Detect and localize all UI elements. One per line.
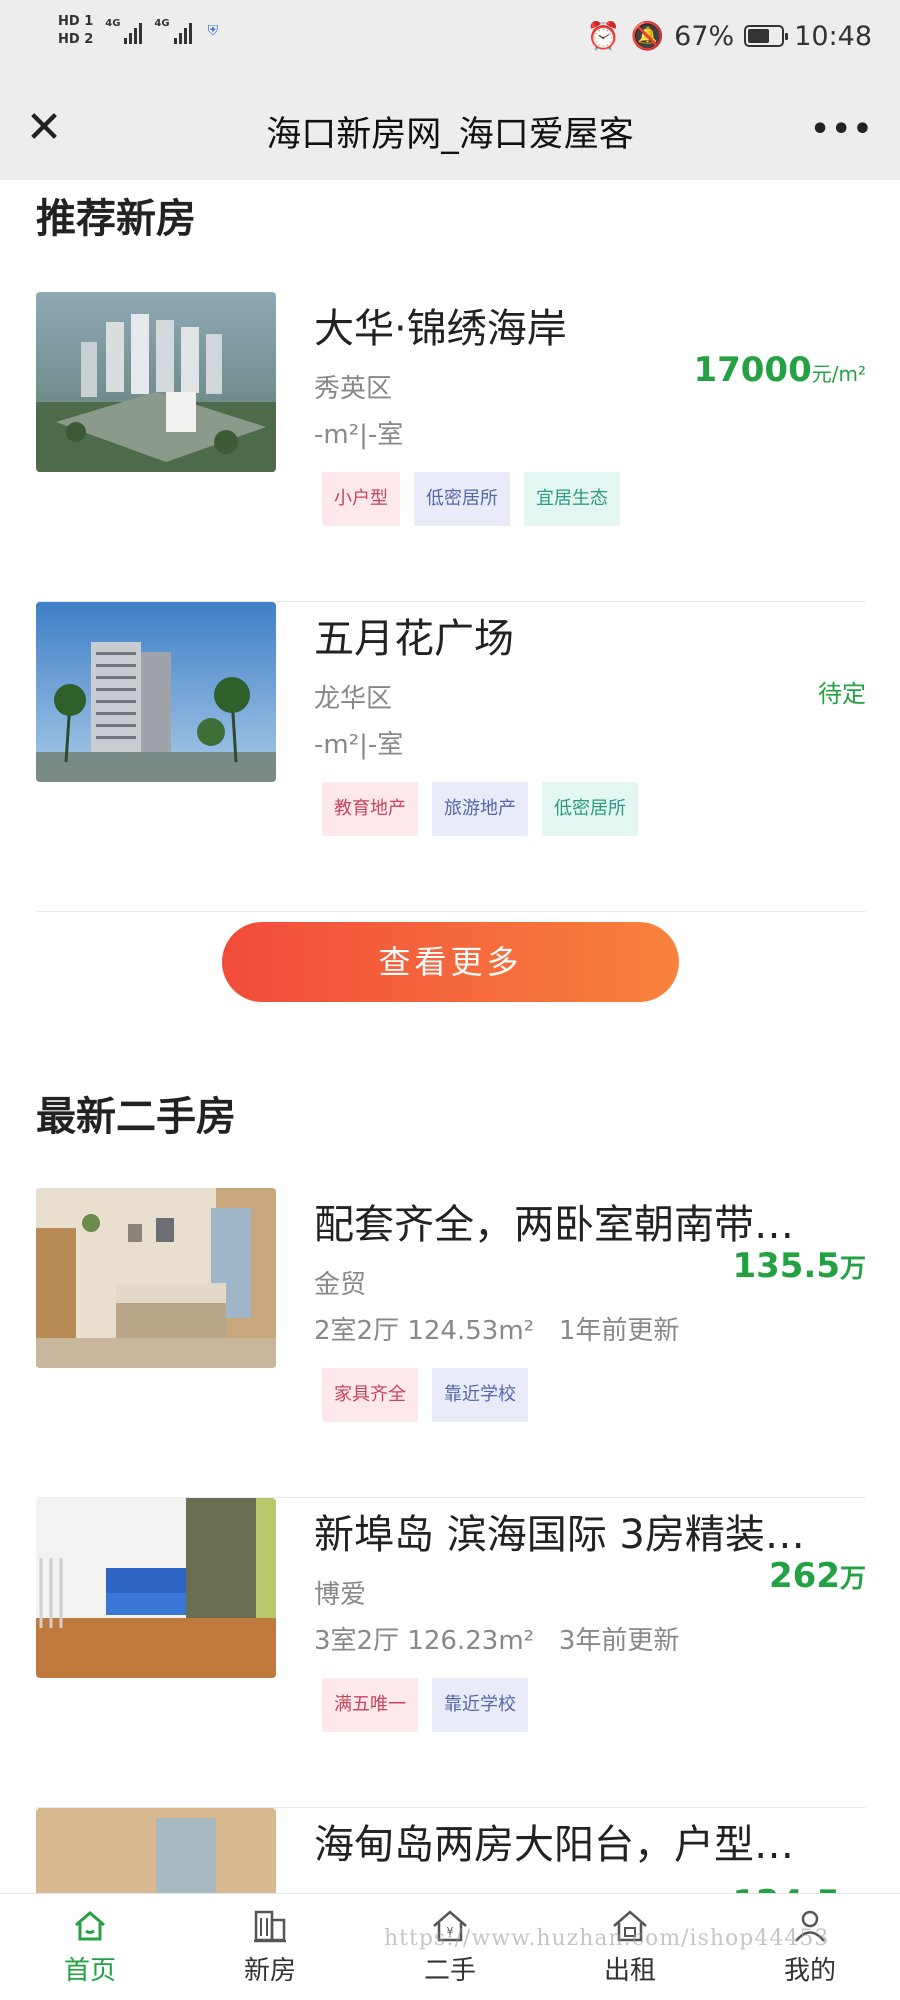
second-hand-card[interactable]: 海甸岛两房大阳台，户型… 124.5万 <box>36 1808 866 1893</box>
property-photo <box>36 602 276 782</box>
property-photo <box>36 1808 276 1893</box>
property-spec: -m²|-室 <box>314 730 404 760</box>
price-unit: 万 <box>839 1564 866 1594</box>
sim-indicators: HD 1 HD 2 <box>58 14 93 48</box>
tag: 低密居所 <box>542 782 638 836</box>
view-more-button[interactable]: 查看更多 <box>222 922 679 1002</box>
tag: 靠近学校 <box>432 1368 528 1422</box>
tag: 旅游地产 <box>432 782 528 836</box>
tag: 教育地产 <box>322 782 418 836</box>
second-hand-card[interactable]: 配套齐全，两卧室朝南带… 金贸 2室2厅 124.53m² 1年前更新 135.… <box>36 1188 866 1498</box>
tag: 满五唯一 <box>322 1678 418 1732</box>
listing-title: 海甸岛两房大阳台，户型… <box>314 1822 794 1868</box>
listing-price: 262万 <box>769 1556 866 1596</box>
listing-title: 配套齐全，两卧室朝南带… <box>314 1202 794 1248</box>
tag: 靠近学校 <box>432 1678 528 1732</box>
tab-label: 二手 <box>423 1956 476 1986</box>
status-bar: HD 1 HD 2 4G 4G ⛨ ⏰ 🔕 67% 10:48 <box>0 0 900 78</box>
tab-label: 首页 <box>63 1956 116 1986</box>
listing-title: 新埠岛 滨海国际 3房精装… <box>314 1512 805 1558</box>
listing-area: 博爱 <box>314 1580 367 1610</box>
listing-price: 124.5万 <box>732 1883 866 1893</box>
listing-updated: 1年前更新 <box>558 1316 680 1346</box>
sim2-label: HD 2 <box>58 32 94 47</box>
shield-icon: ⛨ <box>207 23 219 39</box>
section-title-new-homes: 推荐新房 <box>36 196 196 242</box>
listing-tags: 家具齐全 靠近学校 <box>322 1368 528 1422</box>
tag: 宜居生态 <box>524 472 620 526</box>
new-home-card[interactable]: 五月花广场 龙华区 -m²|-室 待定 教育地产 旅游地产 低密居所 <box>36 602 866 912</box>
price-unit: 元/m² <box>811 362 866 386</box>
mute-icon: 🔕 <box>630 21 665 52</box>
listing-price: 135.5万 <box>732 1246 866 1286</box>
more-icon[interactable]: ••• <box>810 112 874 147</box>
property-spec: -m²|-室 <box>314 420 404 450</box>
tab-label: 我的 <box>783 1956 836 1986</box>
tag: 低密居所 <box>414 472 510 526</box>
second-hand-card[interactable]: 新埠岛 滨海国际 3房精装… 博爱 3室2厅 126.23m² 3年前更新 26… <box>36 1498 866 1808</box>
price-value: 124.5 <box>732 1883 840 1893</box>
tab-label: 出租 <box>603 1956 656 1986</box>
property-district: 秀英区 <box>314 374 393 404</box>
battery-icon <box>744 25 789 47</box>
listing-updated: 3年前更新 <box>558 1626 680 1656</box>
property-tags: 小户型 低密居所 宜居生态 <box>322 472 620 526</box>
property-photo <box>36 292 276 472</box>
price-unit: 万 <box>839 1254 866 1284</box>
price-value: 262 <box>769 1556 840 1596</box>
page-title: 海口新房网_海口爱屋客 <box>266 115 634 155</box>
status-left: HD 1 HD 2 4G 4G ⛨ <box>58 14 218 48</box>
property-district: 龙华区 <box>314 684 393 714</box>
listing-layout: 2室2厅 124.53m² <box>314 1316 535 1346</box>
listing-layout: 3室2厅 126.23m² <box>314 1626 535 1656</box>
tag: 小户型 <box>322 472 400 526</box>
listing-spec: 2室2厅 124.53m² 1年前更新 <box>314 1310 679 1347</box>
sim1-label: HD 1 <box>58 14 94 29</box>
network-type-2: 4G <box>154 18 170 29</box>
signal-icon-2: 4G <box>154 18 192 44</box>
signal-icon: 4G <box>105 18 143 44</box>
building-icon <box>254 1910 286 1943</box>
alarm-icon: ⏰ <box>586 21 621 52</box>
tag: 家具齐全 <box>322 1368 418 1422</box>
price-value: 135.5 <box>732 1246 840 1286</box>
tab-label: 新房 <box>243 1956 296 1986</box>
price-value: 17000 <box>693 350 812 390</box>
new-home-card[interactable]: 大华·锦绣海岸 秀英区 -m²|-室 17000元/m² 小户型 低密居所 宜居… <box>36 292 866 602</box>
status-right: ⏰ 🔕 67% 10:48 <box>586 20 872 53</box>
property-tags: 教育地产 旅游地产 低密居所 <box>322 782 638 836</box>
watermark: https://www.huzhan.com/ishop44453 <box>384 1926 830 1951</box>
property-photo <box>36 1498 276 1678</box>
property-price: 待定 <box>818 680 866 708</box>
listing-tags: 满五唯一 靠近学校 <box>322 1678 528 1732</box>
property-photo <box>36 1188 276 1368</box>
property-title: 大华·锦绣海岸 <box>314 306 567 352</box>
network-type-1: 4G <box>105 18 121 29</box>
section-title-second-hand: 最新二手房 <box>36 1094 236 1140</box>
clock: 10:48 <box>794 20 872 52</box>
listing-spec: 3室2厅 126.23m² 3年前更新 <box>314 1620 679 1657</box>
listing-area: 金贸 <box>314 1270 367 1300</box>
property-title: 五月花广场 <box>314 616 514 662</box>
tab-home[interactable]: 首页 <box>0 1894 180 2000</box>
tab-new-homes[interactable]: 新房 <box>180 1894 360 2000</box>
nav-bar: ✕ 海口新房网_海口爱屋客 ••• <box>0 78 900 180</box>
property-price: 17000元/m² <box>693 350 866 390</box>
home-icon <box>75 1911 105 1941</box>
battery-percent: 67% <box>674 20 735 52</box>
